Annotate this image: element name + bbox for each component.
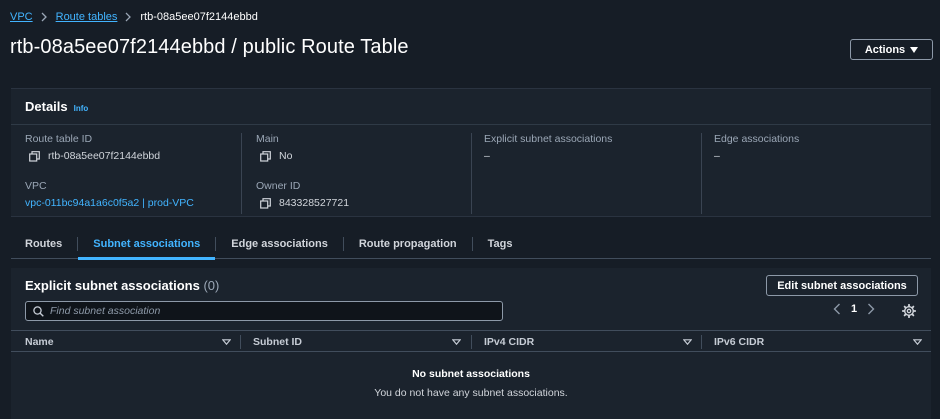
sort-caret-icon [452,339,461,345]
subnet-associations-title: Explicit subnet associations (0) [25,278,219,293]
chevron-right-icon [41,12,47,22]
search-icon [33,305,44,317]
breadcrumb: VPC Route tables rtb-08a5ee07f2144ebbd [10,11,258,23]
page-title: rtb-08a5ee07f2144ebbd / public Route Tab… [10,36,409,58]
column-divider [240,335,241,349]
breadcrumb-route-tables-link[interactable]: Route tables [56,11,118,23]
actions-button[interactable]: Actions [850,39,933,60]
main-text: No [279,150,293,162]
owner-id-text: 843328527721 [279,197,350,209]
route-table-id-text: rtb-08a5ee07f2144ebbd [48,150,161,162]
sort-caret-icon [222,339,231,345]
column-header-subnet-id-label: Subnet ID [253,335,302,348]
info-link[interactable]: Info [74,104,89,113]
subnet-associations-title-text: Explicit subnet associations [25,278,200,293]
route-table-id-value: rtb-08a5ee07f2144ebbd [25,150,240,162]
copy-icon[interactable] [29,150,40,162]
tab-edge-associations[interactable]: Edge associations [216,230,343,259]
empty-state-title: No subnet associations [412,368,530,380]
details-panel: Details Info Route table ID rtb-08a5ee07… [11,88,931,217]
sort-caret-icon [683,339,692,345]
caret-down-icon [910,46,919,53]
owner-id-label: Owner ID [256,180,301,192]
details-column-1: Route table ID rtb-08a5ee07f2144ebbd VPC… [25,133,240,214]
vpc-label: VPC [25,180,47,192]
breadcrumb-vpc-link[interactable]: VPC [10,11,33,23]
tab-tags[interactable]: Tags [473,230,528,259]
details-column-4: Edge associations – [701,133,930,214]
tab-routes[interactable]: Routes [11,230,77,259]
column-divider [701,335,702,349]
tab-bar: Routes Subnet associations Edge associat… [11,230,931,260]
explicit-subnet-label: Explicit subnet associations [484,133,613,145]
page-number[interactable]: 1 [851,303,857,315]
edit-subnet-associations-button[interactable]: Edit subnet associations [766,275,918,296]
column-header-ipv6-cidr-label: IPv6 CIDR [714,335,765,348]
vpc-link[interactable]: vpc-011bc94a1a6c0f5a2 | prod-VPC [25,197,240,209]
subnet-associations-count: (0) [203,278,220,293]
pagination: 1 [833,303,875,315]
column-header-name-label: Name [25,335,54,348]
column-divider [471,335,472,349]
column-header-ipv6-cidr[interactable]: IPv6 CIDR [714,331,929,352]
chevron-right-icon[interactable] [867,303,875,315]
column-header-ipv4-cidr[interactable]: IPv4 CIDR [484,331,702,352]
edge-associations-value: – [714,150,720,162]
empty-state-message: You do not have any subnet associations. [374,387,568,399]
edge-associations-label: Edge associations [714,133,800,145]
main-label: Main [256,133,279,145]
owner-id-value: 843328527721 [256,197,470,209]
tab-subnet-associations[interactable]: Subnet associations [78,230,216,260]
column-header-ipv4-cidr-label: IPv4 CIDR [484,335,535,348]
breadcrumb-current: rtb-08a5ee07f2144ebbd [140,11,258,23]
tab-route-propagation[interactable]: Route propagation [344,230,472,259]
explicit-subnet-value: – [484,150,490,162]
main-value: No [256,150,470,162]
column-header-subnet-id[interactable]: Subnet ID [253,331,471,352]
sort-caret-icon [913,339,922,345]
details-title: Details [25,99,68,114]
table-header: Name Subnet ID IPv4 CIDR IPv6 CIDR [11,330,931,352]
chevron-left-icon[interactable] [833,303,841,315]
search-box[interactable] [25,301,503,321]
subnet-associations-panel: Explicit subnet associations (0) Edit su… [11,268,931,419]
gear-icon[interactable] [902,304,916,318]
details-header: Details Info [11,89,931,125]
copy-icon[interactable] [260,150,271,162]
actions-button-label: Actions [864,43,906,56]
chevron-right-icon [125,12,132,22]
details-column-2: Main No Owner ID 843328527721 [241,133,470,214]
copy-icon[interactable] [260,197,271,209]
route-table-id-label: Route table ID [25,133,93,145]
column-header-name[interactable]: Name [25,331,241,352]
details-column-3: Explicit subnet associations – [471,133,700,214]
search-input[interactable] [50,305,490,317]
